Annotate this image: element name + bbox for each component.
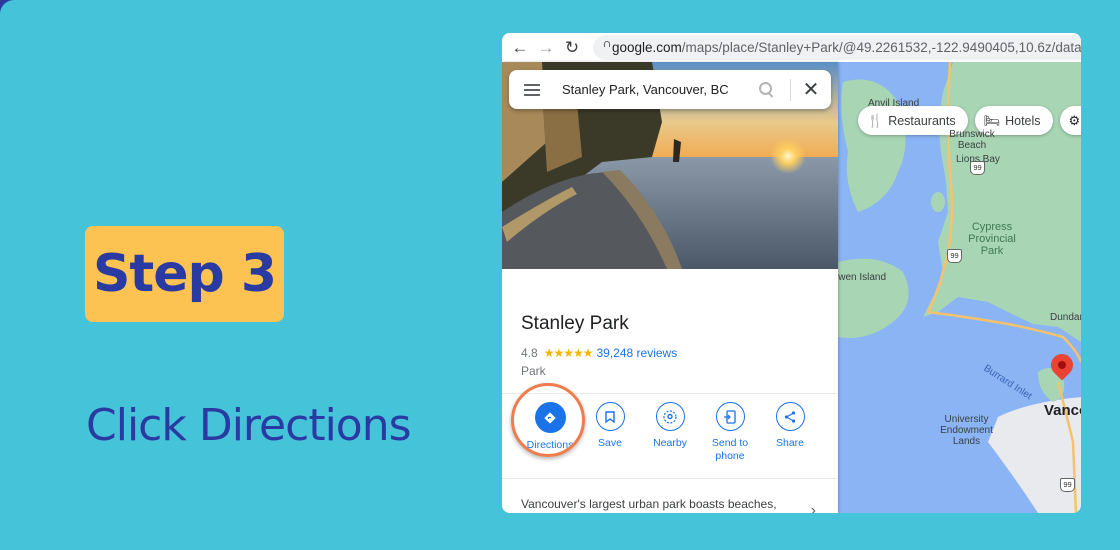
close-search-button[interactable]: ✕ xyxy=(791,70,831,109)
send-to-phone-button[interactable]: Send to phone xyxy=(700,402,760,463)
tutorial-slide: Step 3 Click Directions ← → ↻ google.com… xyxy=(0,0,1120,550)
place-panel: Stanley Park, Vancouver, BC ✕ Stanley Pa… xyxy=(502,62,838,513)
browser-toolbar: ← → ↻ google.com/maps/place/Stanley+Park… xyxy=(502,33,1081,62)
reload-icon: ↻ xyxy=(564,37,580,57)
step-badge: Step 3 xyxy=(85,226,284,322)
chip-attractions[interactable]: ⚙Attractions xyxy=(1059,106,1081,135)
chevron-right-icon[interactable]: › xyxy=(811,502,816,513)
nearby-button[interactable]: Nearby xyxy=(640,402,700,463)
url-path: /maps/place/Stanley+Park/@49.2261532,-12… xyxy=(681,40,1081,55)
place-category[interactable]: Park xyxy=(521,364,546,378)
map-label-vancouver: Vancouver xyxy=(1044,402,1081,419)
highway-shield: 99 xyxy=(970,161,985,175)
place-title: Stanley Park xyxy=(521,313,629,334)
chip-label: Hotels xyxy=(1005,113,1041,128)
hamburger-menu-icon[interactable] xyxy=(524,83,540,96)
reload-button[interactable]: ↻ xyxy=(559,35,585,61)
share-label: Share xyxy=(775,437,805,449)
instruction-text: Click Directions xyxy=(86,400,412,451)
small-island xyxy=(931,192,945,212)
place-description[interactable]: Vancouver's largest urban park boasts be… xyxy=(521,495,791,513)
map-label-bowen-island: Bowen Island xyxy=(838,272,887,283)
nearby-icon xyxy=(655,402,685,431)
save-button[interactable]: Save xyxy=(580,402,640,463)
save-label: Save xyxy=(598,437,622,449)
highway-shield: 99 xyxy=(1060,478,1075,492)
map-label-cypress-park: Cypress Provincial Park xyxy=(968,221,1016,257)
step-label: Step 3 xyxy=(92,244,277,304)
forward-button[interactable]: → xyxy=(533,35,559,61)
reviews-link[interactable]: 39,248 reviews xyxy=(596,346,677,360)
rating-value: 4.8 xyxy=(521,346,538,360)
hotel-icon: 🛏 xyxy=(983,112,1001,128)
highway-shield: 99 xyxy=(947,249,962,263)
search-box[interactable]: Stanley Park, Vancouver, BC ✕ xyxy=(509,70,831,109)
back-button[interactable]: ← xyxy=(507,35,533,61)
restaurant-icon: 🍴 xyxy=(867,112,884,128)
nearby-label: Nearby xyxy=(653,437,687,449)
attraction-icon: ⚙ xyxy=(1068,112,1081,128)
browser-window: ← → ↻ google.com/maps/place/Stanley+Park… xyxy=(502,33,1081,513)
map-view[interactable]: 🍴 Restaurants 🛏 Hotels ⚙Attractions Anvil … xyxy=(838,62,1081,513)
bookmark-icon xyxy=(595,402,625,431)
address-bar[interactable]: google.com/maps/place/Stanley+Park/@49.2… xyxy=(593,35,1081,60)
search-icon[interactable] xyxy=(758,81,776,99)
share-button[interactable]: Share xyxy=(760,402,820,463)
map-label-anvil-island: Anvil Island xyxy=(868,98,920,109)
send-to-phone-label: Send to phone xyxy=(711,437,749,462)
rating-row: 4.8 ★★★★★ 39,248 reviews xyxy=(521,346,677,360)
forward-arrow-icon: → xyxy=(537,37,555,57)
phone-icon xyxy=(715,402,745,431)
star-rating-icon: ★★★★★ xyxy=(543,346,594,360)
url-host: google.com xyxy=(612,40,682,55)
divider xyxy=(502,478,838,479)
highlight-ring xyxy=(511,383,585,457)
map-label-brunswick-beach: Brunswick Beach xyxy=(949,129,995,151)
close-icon: ✕ xyxy=(802,79,820,101)
search-input[interactable]: Stanley Park, Vancouver, BC xyxy=(562,82,758,97)
chip-label: Restaurants xyxy=(888,113,956,128)
map-label-ubc: University Endowment Lands xyxy=(940,414,993,447)
share-icon xyxy=(775,402,805,431)
back-arrow-icon: ← xyxy=(511,37,529,57)
map-label-dundarave: Dundarave xyxy=(1050,312,1081,323)
